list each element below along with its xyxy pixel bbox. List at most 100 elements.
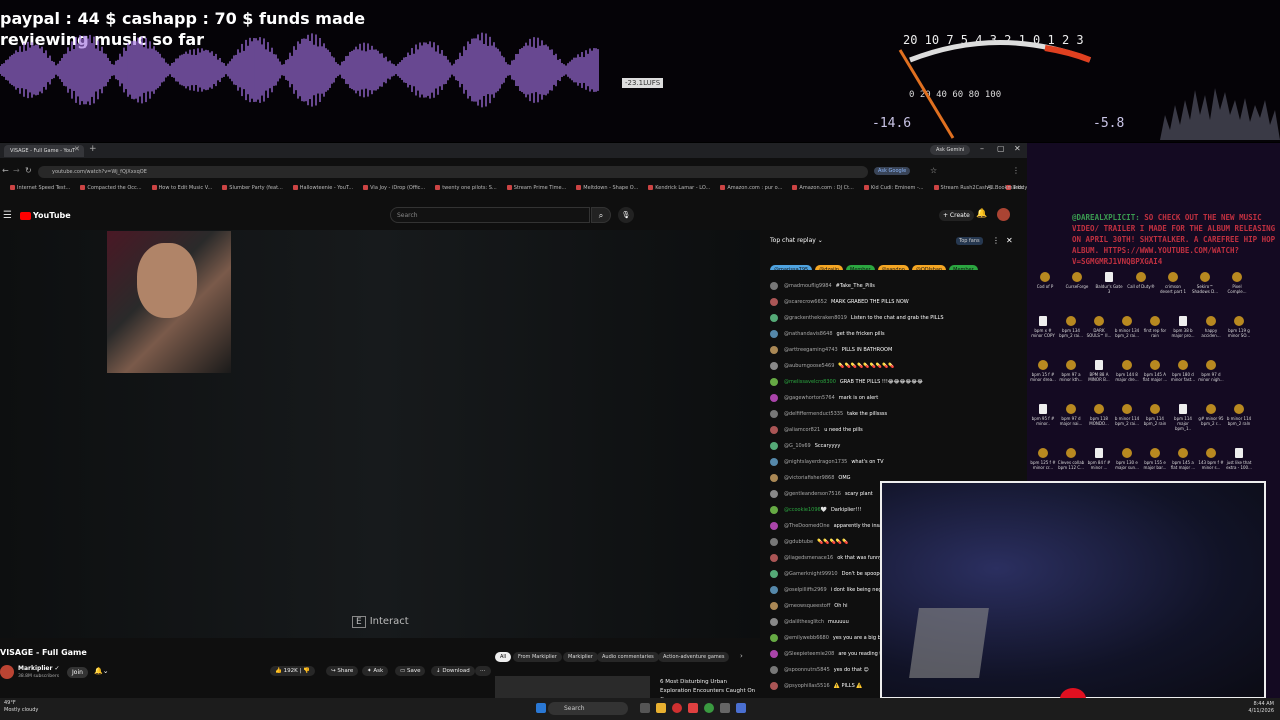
bookmark-item[interactable]: Amazon.com : DJ Ct... (792, 185, 853, 191)
desktop-icon[interactable]: bpm 114 bpm_2 rain (1141, 404, 1169, 426)
chat-avatar[interactable] (770, 394, 778, 402)
desktop-icon[interactable]: bpm 130 e major sun... (1113, 448, 1141, 470)
chat-author[interactable]: @arttreegaming4743 (784, 346, 838, 355)
chat-author[interactable]: @G_10s69 (784, 442, 811, 451)
desktop-icon[interactable]: bpm 119 g minor SO... (1225, 316, 1253, 338)
channel-avatar[interactable] (0, 665, 14, 679)
ask-google-button[interactable]: Ask Google (874, 167, 911, 175)
chat-author[interactable]: @spoonnutrs5845 (784, 666, 830, 675)
bookmark-item[interactable]: twenty one pilots: S... (435, 185, 497, 191)
chat-avatar[interactable] (770, 474, 778, 482)
desktop-icon[interactable]: crimson desert part 1 (1159, 272, 1187, 294)
chat-author[interactable]: @scarecrow6652 (784, 298, 827, 307)
desktop-icon[interactable]: bpm 155 e major bar... (1141, 448, 1169, 470)
desktop-icon[interactable]: DARK SOULS™ II... (1085, 316, 1113, 338)
channel-name[interactable]: Markiplier ✓ (18, 665, 60, 672)
chat-avatar[interactable] (770, 442, 778, 450)
chat-avatar[interactable] (770, 346, 778, 354)
donor-chip[interactable]: @dzaiin (815, 265, 844, 270)
desktop-icon[interactable]: b minor 114 bpm_2 raln (1225, 404, 1253, 426)
desktop-icon[interactable]: bpm 114 major bpm_1.. (1169, 404, 1197, 431)
chat-author[interactable]: @victoriafisher9868 (784, 474, 834, 483)
chat-close-icon[interactable]: ✕ (1006, 236, 1013, 245)
chat-avatar[interactable] (770, 330, 778, 338)
chat-author[interactable]: @gentleanderson7516 (784, 490, 841, 499)
chat-author[interactable]: @oselpilliffs2969 (784, 586, 827, 595)
chat-avatar[interactable] (770, 314, 778, 322)
desktop-icon[interactable]: Pixel Comple... (1223, 272, 1251, 294)
maximize-icon[interactable]: ▢ (997, 144, 1005, 153)
chat-avatar[interactable] (770, 490, 778, 498)
weather-widget[interactable]: 49°F Mostly cloudy (4, 700, 38, 714)
close-window-icon[interactable]: ✕ (1014, 144, 1021, 153)
chat-author[interactable]: @dalilthesglitch (784, 618, 824, 627)
desktop-icon[interactable]: Cleves collab bpm 112 C... (1057, 448, 1085, 470)
chat-author[interactable]: @delfiffermenduct5335 (784, 410, 843, 419)
share-button[interactable]: ↪ Share (326, 666, 359, 676)
chip-action-adventure[interactable]: Action-adventure games (658, 652, 730, 662)
chat-author[interactable]: @nathandavis8648 (784, 330, 833, 339)
search-icon[interactable]: ⌕ (591, 207, 611, 223)
desktop-icon[interactable]: CurseForge (1063, 272, 1091, 289)
chip-all[interactable]: All (495, 652, 512, 662)
bookmark-item[interactable]: Compacted the Occ... (80, 185, 141, 191)
desktop-icon[interactable]: bpm 84 f # minor ... (1085, 448, 1113, 470)
desktop-icon[interactable]: bpm 145 a flat major ... (1169, 448, 1197, 470)
tab-close-icon[interactable]: ✕ (74, 145, 80, 153)
desktop-icon[interactable]: happy acciden... (1197, 316, 1225, 338)
create-button[interactable]: + Create (939, 210, 974, 221)
all-bookmarks-button[interactable]: All Bookmarks (987, 185, 1023, 191)
chat-avatar[interactable] (770, 522, 778, 530)
minimize-icon[interactable]: – (980, 144, 984, 153)
desktop-icon[interactable]: bpm 95 f # minor.. (1029, 404, 1057, 426)
desktop-icon[interactable]: bpm 15 f # minor drea... (1029, 360, 1057, 382)
bookmark-item[interactable]: Internet Speed Test... (10, 185, 70, 191)
bookmark-item[interactable]: Amazon.com : pur o... (720, 185, 782, 191)
chat-author[interactable]: @liagedsmenace16 (784, 554, 833, 563)
desktop-icon[interactable]: g# minor 95 bpm_2 r... (1197, 404, 1225, 426)
chat-avatar[interactable] (770, 618, 778, 626)
desktop-icon[interactable]: 143 bpm f # minor s... (1197, 448, 1225, 470)
chat-avatar[interactable] (770, 570, 778, 578)
chat-author[interactable]: @TheDoomedOne (784, 522, 830, 531)
bookmark-item[interactable]: Via Joy - iDrop (Offic... (363, 185, 425, 191)
desktop-icon[interactable]: bpm 180 d minor fast... (1169, 360, 1197, 382)
desktop-icon[interactable]: b minor 114 bpm_2 rai... (1113, 404, 1141, 426)
desktop-icon[interactable]: Call of Duty® (1127, 272, 1155, 289)
desktop-icon[interactable]: first rep for rain (1141, 316, 1169, 338)
recommended-thumbnail[interactable] (495, 676, 650, 698)
notifications-bell-icon[interactable]: 🔔 (976, 209, 987, 219)
hamburger-menu-icon[interactable]: ☰ (3, 210, 12, 221)
chat-author[interactable]: @meowsqueestoff (784, 602, 830, 611)
chip-markiplier[interactable]: Markiplier (563, 652, 598, 662)
address-bar[interactable]: youtube.com/watch?v=Wj_fQjXxxqOE (38, 166, 868, 178)
task-view-icon[interactable] (640, 703, 650, 713)
desktop-icon[interactable]: bpm 97 a minor kth... (1057, 360, 1085, 382)
chat-avatar[interactable] (770, 362, 778, 370)
microphone-icon[interactable]: 🎙 (618, 207, 634, 223)
download-button[interactable]: ↓ Download (431, 666, 475, 676)
bookmark-item[interactable]: Kid Cudi: Eminem -... (864, 185, 924, 191)
app-icon[interactable] (672, 703, 682, 713)
chrome-icon[interactable] (704, 703, 714, 713)
donor-chip[interactable]: @ODIshan (911, 265, 947, 270)
chip-from-markiplier[interactable]: From Markiplier (513, 652, 562, 662)
app-icon[interactable] (736, 703, 746, 713)
chat-author[interactable]: @grackenthekraken8019 (784, 314, 847, 323)
menu-dots-icon[interactable]: ⋮ (1012, 166, 1020, 175)
forward-icon[interactable]: → (13, 166, 20, 175)
chat-author[interactable]: @auburngoose5469 (784, 362, 834, 371)
bookmark-item[interactable]: Meltdown - Shape O... (576, 185, 638, 191)
chat-avatar[interactable] (770, 410, 778, 418)
start-icon[interactable] (536, 703, 546, 713)
ask-button[interactable]: ✦ Ask (362, 666, 389, 676)
search-input[interactable]: Search (390, 207, 590, 223)
chips-next-icon[interactable]: › (740, 652, 743, 660)
account-avatar[interactable] (997, 208, 1010, 221)
reload-icon[interactable]: ↻ (25, 166, 32, 175)
ask-gemini-button[interactable]: Ask Gemini (930, 145, 971, 155)
more-actions-icon[interactable]: ⋯ (475, 666, 491, 676)
chat-avatar[interactable] (770, 554, 778, 562)
chat-author[interactable]: @Sleepieteemie208 (784, 650, 834, 659)
chat-avatar[interactable] (770, 666, 778, 674)
